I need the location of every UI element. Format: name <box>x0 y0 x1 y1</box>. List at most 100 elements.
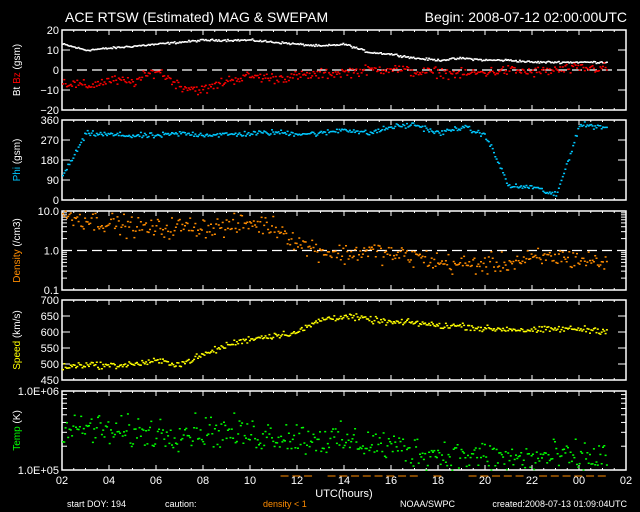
data-point <box>312 433 315 436</box>
data-point <box>483 133 486 135</box>
data-point <box>465 465 468 468</box>
data-point <box>137 78 140 80</box>
data-point <box>368 134 371 136</box>
data-point <box>460 67 463 69</box>
data-point <box>486 73 489 76</box>
data-point <box>579 260 582 262</box>
data-point <box>200 85 203 87</box>
data-point <box>277 81 280 83</box>
data-point <box>387 246 390 249</box>
data-point <box>435 252 438 254</box>
data-point <box>530 71 533 74</box>
data-point <box>483 443 486 446</box>
data-point <box>256 220 259 223</box>
data-point <box>337 252 340 255</box>
data-point <box>500 251 503 253</box>
data-point <box>64 83 67 85</box>
data-point <box>212 351 215 353</box>
data-point <box>420 73 423 76</box>
data-point <box>493 328 495 330</box>
data-point <box>238 420 241 422</box>
data-point <box>235 341 238 343</box>
data-point <box>368 319 371 322</box>
data-point <box>595 461 598 463</box>
data-point <box>437 58 440 61</box>
data-point <box>396 450 399 452</box>
data-point <box>137 418 140 420</box>
data-point <box>477 464 480 466</box>
data-point <box>537 60 540 63</box>
data-point <box>503 72 506 74</box>
data-point <box>370 67 373 69</box>
data-point <box>208 424 211 426</box>
data-point <box>285 81 288 83</box>
data-point <box>425 127 428 129</box>
data-point <box>63 172 66 174</box>
data-point <box>481 270 484 272</box>
data-point <box>452 70 455 73</box>
data-point <box>213 345 216 348</box>
data-point <box>361 253 364 255</box>
data-point <box>185 427 188 430</box>
data-point <box>78 426 81 428</box>
data-point <box>399 321 402 324</box>
data-point <box>97 80 99 83</box>
data-point <box>539 72 542 75</box>
data-point <box>230 428 233 430</box>
data-point <box>351 256 354 259</box>
data-point <box>156 359 159 361</box>
data-point <box>71 219 74 221</box>
data-point <box>103 81 106 83</box>
data-point <box>280 43 283 45</box>
data-point <box>204 237 207 239</box>
data-point <box>294 70 297 73</box>
data-point <box>600 463 603 465</box>
data-point <box>111 47 114 50</box>
data-point <box>535 331 538 333</box>
data-point <box>142 429 145 431</box>
data-point <box>420 257 423 259</box>
data-point <box>299 76 302 78</box>
data-point <box>478 132 481 134</box>
data-point <box>515 259 517 262</box>
data-point <box>63 441 66 443</box>
data-point <box>395 254 398 256</box>
data-point <box>530 185 533 187</box>
data-point <box>272 131 275 133</box>
data-point <box>426 59 429 61</box>
data-point <box>204 84 207 87</box>
data-point <box>306 255 308 257</box>
data-point <box>212 87 215 90</box>
data-point <box>128 361 131 363</box>
data-point <box>346 433 349 436</box>
data-point <box>217 224 220 226</box>
data-point <box>489 260 492 263</box>
data-point <box>378 66 381 68</box>
data-point <box>345 441 347 444</box>
data-point <box>520 185 523 187</box>
data-point <box>361 445 364 447</box>
x-tick-label: 08 <box>197 475 209 487</box>
data-point <box>281 226 284 228</box>
data-point <box>91 362 94 364</box>
y-tick-label: 550 <box>41 343 59 355</box>
data-point <box>228 75 231 78</box>
data-point <box>406 122 408 125</box>
data-point <box>582 124 585 127</box>
data-point <box>145 430 148 432</box>
data-point <box>130 136 133 139</box>
data-point <box>546 67 549 70</box>
data-point <box>393 321 395 323</box>
data-point <box>347 131 350 133</box>
y-tick-label: 650 <box>41 311 59 323</box>
data-point <box>254 224 257 226</box>
data-point <box>585 330 588 333</box>
data-point <box>332 318 334 320</box>
data-point <box>547 254 550 256</box>
data-point <box>468 125 471 128</box>
data-point <box>404 127 407 129</box>
data-point <box>600 67 603 70</box>
data-point <box>168 238 171 240</box>
data-point <box>117 365 120 368</box>
data-point <box>443 70 446 72</box>
